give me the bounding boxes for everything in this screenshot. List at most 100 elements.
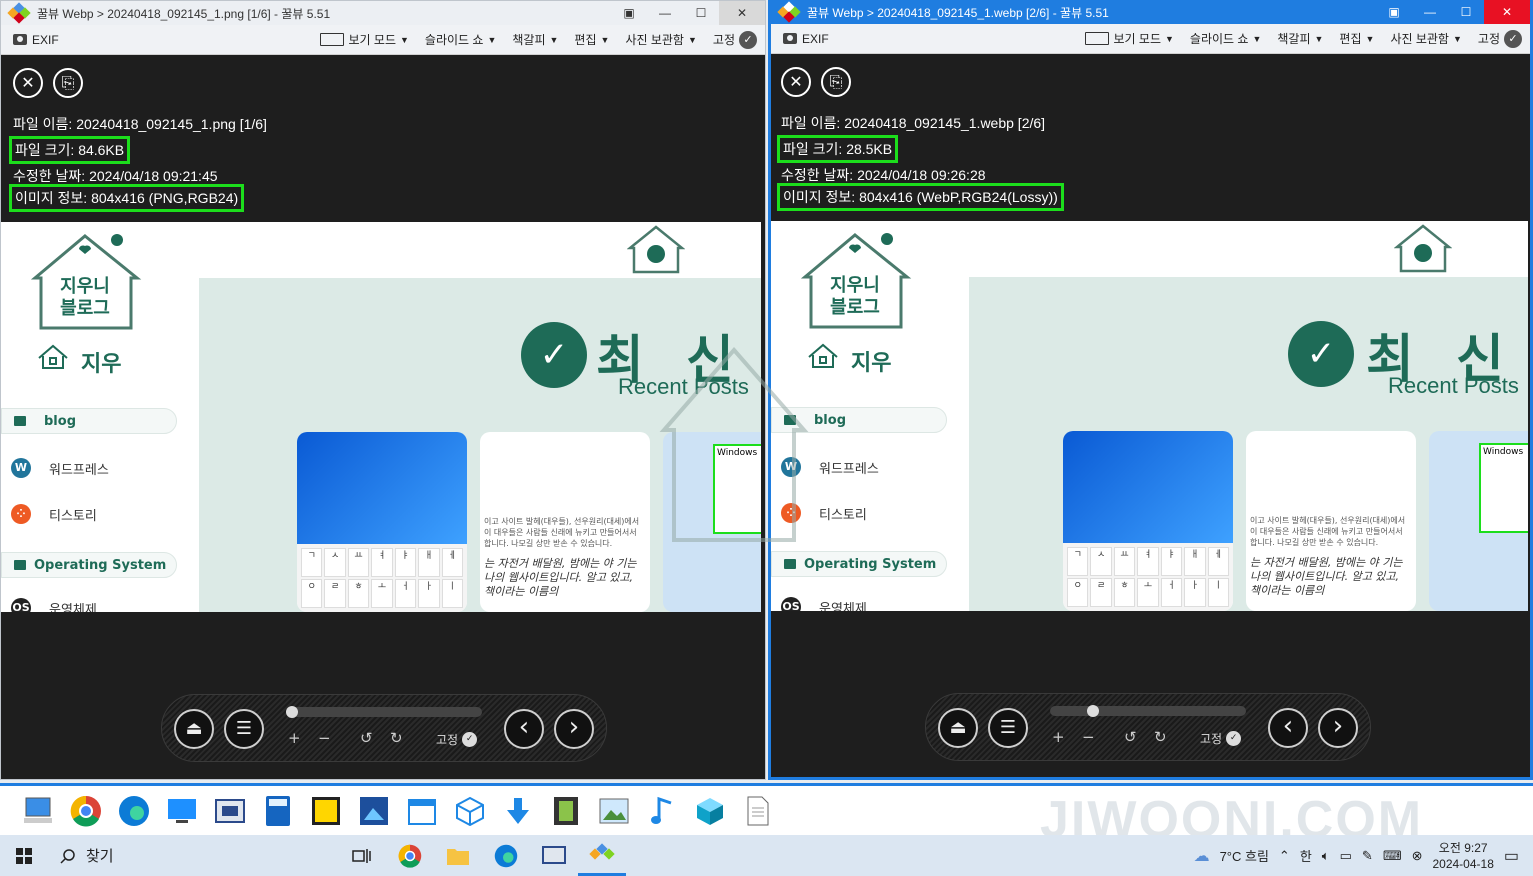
chevron-up-icon[interactable]: ⌃ [1279,848,1290,864]
clock[interactable]: 오전 9:27 2024-04-18 [1432,840,1493,872]
rotate-left-button[interactable]: ↺ [1124,728,1137,746]
restore-button[interactable]: ▣ [611,1,647,25]
next-button[interactable]: › [554,709,594,749]
wordpress-label: 워드프레스 [49,462,109,478]
exif-button[interactable]: EXIF [771,32,829,46]
eject-button[interactable]: ⏏ [938,708,978,748]
taskbar-explorer[interactable] [434,835,482,876]
copy-button[interactable]: ⎘ [821,67,851,97]
bookmark-label: 책갈피 [1277,32,1311,46]
minimize-button[interactable]: — [1412,0,1448,24]
notification-icon[interactable]: ▭ [1504,846,1519,866]
cube-icon[interactable] [692,793,728,829]
zoom-out-button[interactable]: − [1082,728,1095,746]
home-icon [38,344,68,369]
photo-storage-menu[interactable]: 사진 보관함 ▼ [1382,30,1469,47]
photo-editor-icon[interactable] [356,793,392,829]
maximize-button[interactable]: ☐ [1448,0,1484,24]
chrome-icon[interactable] [68,793,104,829]
ime-indicator[interactable]: 한 [1300,846,1312,865]
home-icon [808,343,838,368]
pin-button[interactable]: 고정 ✓ [705,30,765,49]
bookmark-menu[interactable]: 책갈피 ▼ [1269,30,1331,47]
sticky-notes-icon[interactable] [308,793,344,829]
menu-button[interactable]: ☰ [224,709,264,749]
position-slider[interactable] [286,706,482,718]
slider-thumb[interactable] [1086,705,1099,717]
pen-icon[interactable]: ✎ [1362,848,1373,864]
check-icon: ✓ [462,732,478,747]
taskbar-chrome[interactable] [386,835,434,876]
next-button[interactable]: › [1318,708,1358,748]
close-overlay-button[interactable]: ✕ [13,68,43,98]
pin-toggle[interactable]: 고정 ✓ [436,731,478,748]
screen-capture-icon[interactable] [212,793,248,829]
view-mode-menu[interactable]: 보기 모드 ▼ [312,31,416,48]
eject-button[interactable]: ⏏ [174,709,214,749]
edit-menu[interactable]: 편집 ▼ [1331,30,1382,47]
zoom-out-button[interactable]: − [318,729,331,747]
edit-menu[interactable]: 편집 ▼ [566,31,617,48]
calculator-icon[interactable] [260,793,296,829]
task-view-button[interactable] [338,835,386,876]
slideshow-menu[interactable]: 슬라이드 쇼 ▼ [1182,30,1269,47]
title-bar[interactable]: 꿀뷰 Webp > 20240418_092145_1.webp [2/6] -… [771,0,1530,24]
volume-icon[interactable]: 🔈︎ [1322,848,1330,864]
slider-thumb[interactable] [286,706,298,718]
rotate-left-button[interactable]: ↺ [360,729,373,747]
taskbar-edge[interactable] [482,835,530,876]
exif-button[interactable]: EXIF [1,33,59,47]
viewer-window-left: 꿀뷰 Webp > 20240418_092145_1.png [1/6] - … [0,0,766,780]
copy-button[interactable]: ⎘ [53,68,83,98]
search-box[interactable]: 찾기 [48,835,338,876]
close-button[interactable]: ✕ [1484,0,1530,24]
close-circle-icon[interactable]: ⊗ [1412,848,1423,864]
photo-storage-menu[interactable]: 사진 보관함 ▼ [617,31,704,48]
music-icon[interactable] [644,793,680,829]
maximize-button[interactable]: ☐ [683,1,719,25]
monitor-icon[interactable] [164,793,200,829]
my-computer-icon[interactable] [20,793,56,829]
quick-launch-bar [0,783,1533,835]
nav-os-label: Operating System [804,556,937,572]
title-bar[interactable]: 꿀뷰 Webp > 20240418_092145_1.png [1/6] - … [1,1,765,25]
close-overlay-button[interactable]: ✕ [781,67,811,97]
film-icon[interactable] [548,793,584,829]
close-button[interactable]: ✕ [719,1,765,25]
position-slider[interactable] [1050,705,1246,717]
caret-down-icon: ▼ [600,34,610,45]
picture-icon[interactable] [596,793,632,829]
prev-button[interactable]: ‹ [1268,708,1308,748]
network-icon[interactable]: ▭ [1340,848,1352,864]
document-icon[interactable] [740,793,776,829]
view-mode-menu[interactable]: 보기 모드 ▼ [1077,30,1181,47]
brand-name: 지우 [81,352,122,377]
taskbar-honeyview[interactable] [578,835,626,876]
3d-box-icon[interactable] [452,793,488,829]
slideshow-menu[interactable]: 슬라이드 쇼 ▼ [417,31,504,48]
image-viewport[interactable]: ✕ ⎘ 파일 이름: 20240418_092145_1.png [1/6] 파… [1,56,765,779]
zoom-in-button[interactable]: + [1052,728,1065,746]
file-name-info: 파일 이름: 20240418_092145_1.webp [2/6] [781,115,1046,131]
taskbar-capture[interactable] [530,835,578,876]
keyboard-icon[interactable]: ⌨ [1383,848,1402,864]
weather-text[interactable]: 7°C 흐림 [1220,846,1269,865]
calendar-icon[interactable] [404,793,440,829]
zoom-in-button[interactable]: + [288,729,301,747]
image-viewport[interactable]: ✕ ⎘ 파일 이름: 20240418_092145_1.webp [2/6] … [771,55,1530,777]
minimize-button[interactable]: — [647,1,683,25]
pin-toggle[interactable]: 고정 ✓ [1200,730,1242,747]
rotate-right-button[interactable]: ↻ [390,729,403,747]
menu-button[interactable]: ☰ [988,708,1028,748]
edge-icon[interactable] [116,793,152,829]
rotate-right-button[interactable]: ↻ [1154,728,1167,746]
restore-button[interactable]: ▣ [1376,0,1412,24]
clock-time: 오전 9:27 [1438,840,1488,855]
pin-button[interactable]: 고정 ✓ [1470,29,1530,48]
bookmark-menu[interactable]: 책갈피 ▼ [504,31,566,48]
blog-header [969,221,1528,277]
prev-button[interactable]: ‹ [504,709,544,749]
start-button[interactable] [0,835,48,876]
house-logo-icon: 지우니 블로그 [800,233,912,329]
download-icon[interactable] [500,793,536,829]
